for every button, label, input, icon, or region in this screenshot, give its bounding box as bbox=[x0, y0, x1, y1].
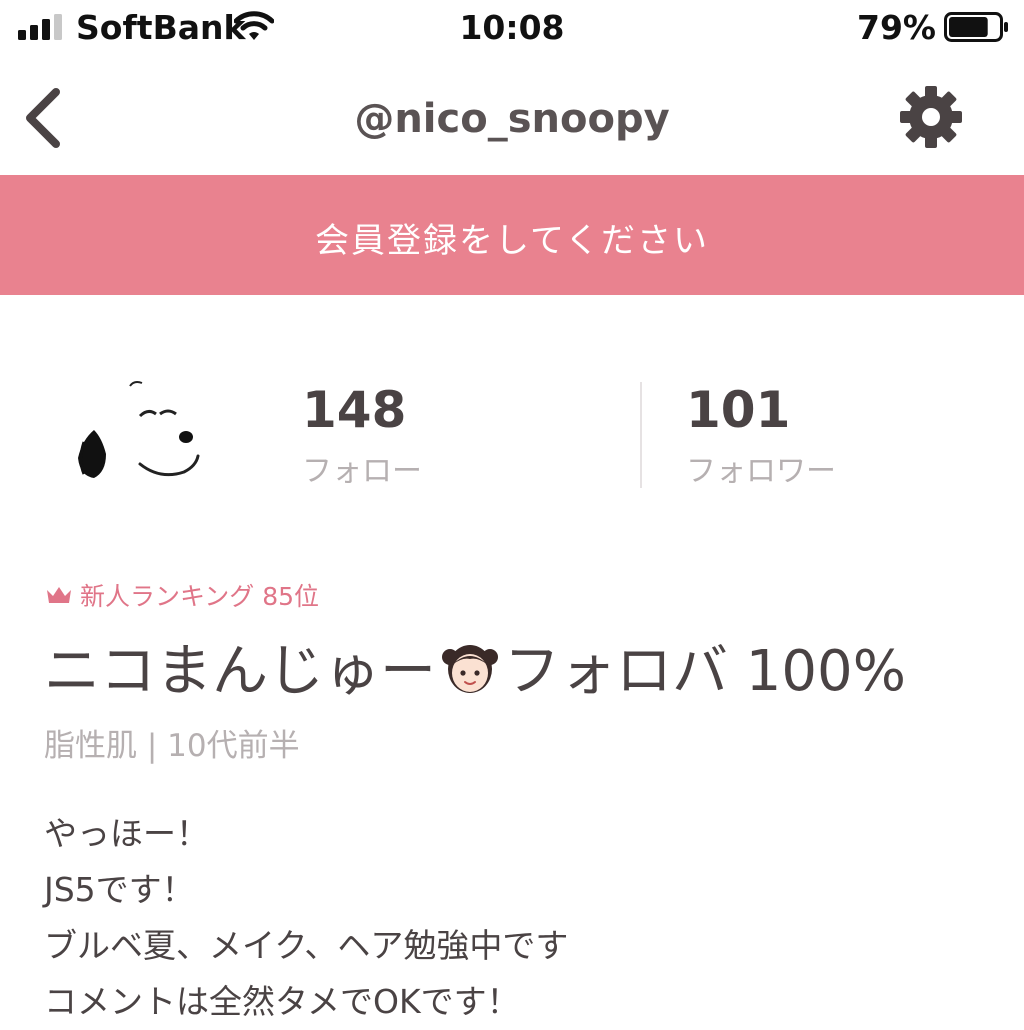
follow-label: フォロー bbox=[302, 454, 422, 489]
display-name-part2: フォロバ 100% bbox=[504, 639, 906, 704]
ranking-text: 新人ランキング 85位 bbox=[80, 582, 320, 611]
page-title: @nico_snoopy bbox=[354, 96, 670, 142]
register-banner-text: 会員登録をしてください bbox=[315, 221, 709, 261]
bio-line: ブルベ夏、メイク、ヘア勉強中です bbox=[44, 926, 569, 965]
girl-emoji-icon bbox=[442, 644, 498, 693]
nav-bar: @nico_snoopy bbox=[0, 62, 1024, 174]
bio-line: コメントは全然タメでOKです！ bbox=[44, 982, 520, 1021]
follow-count: 148 bbox=[302, 381, 407, 439]
follower-label: フォロワー bbox=[686, 454, 836, 489]
crown-icon bbox=[47, 587, 71, 603]
avatar[interactable] bbox=[60, 368, 230, 498]
battery-icon bbox=[944, 12, 1008, 42]
follower-count: 101 bbox=[686, 381, 791, 439]
follow-stat[interactable]: 148 フォロー bbox=[302, 380, 422, 490]
gear-icon[interactable] bbox=[898, 84, 964, 150]
follower-stat[interactable]: 101 フォロワー bbox=[686, 380, 836, 490]
bio-line: JS5です！ bbox=[44, 870, 195, 909]
battery-percent: 79% bbox=[857, 8, 936, 47]
ranking-badge[interactable]: 新人ランキング 85位 bbox=[46, 578, 319, 612]
profile-bio: やっほー！ JS5です！ ブルベ夏、メイク、ヘア勉強中です コメントは全然タメで… bbox=[44, 806, 568, 1030]
register-banner[interactable]: 会員登録をしてください bbox=[0, 175, 1024, 295]
display-name: ニコまんじゅー フォロバ 100% bbox=[44, 626, 906, 707]
profile-attributes: 脂性肌 | 10代前半 bbox=[44, 728, 300, 764]
stats-divider bbox=[640, 382, 642, 488]
display-name-part1: ニコまんじゅー bbox=[44, 639, 436, 704]
status-bar: SoftBank 10:08 79% bbox=[0, 0, 1024, 60]
bio-line: やっほー！ bbox=[44, 814, 209, 853]
